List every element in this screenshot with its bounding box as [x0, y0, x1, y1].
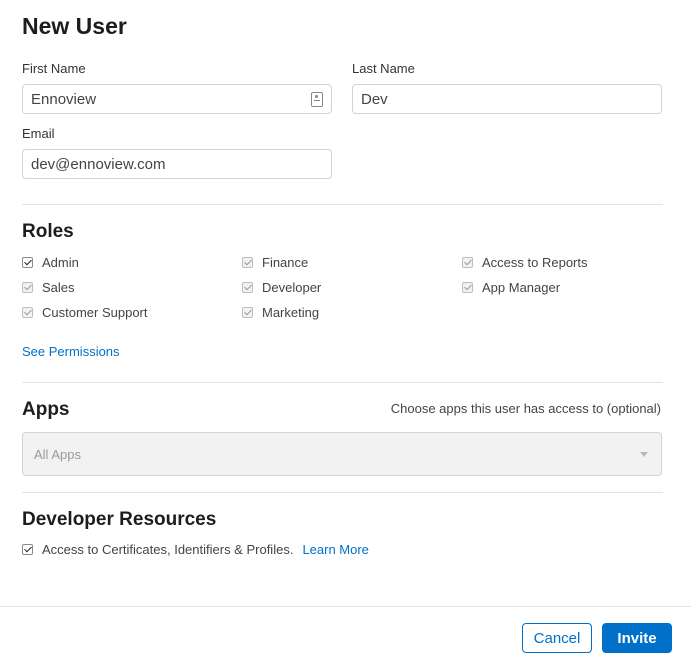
divider	[22, 204, 663, 205]
divider	[22, 382, 663, 383]
contact-card-icon[interactable]	[311, 91, 323, 107]
checkbox-checked-icon[interactable]	[22, 257, 33, 268]
divider	[22, 492, 663, 493]
checkbox-checked-icon	[22, 282, 33, 293]
role-admin[interactable]: Admin	[22, 255, 79, 270]
roles-title: Roles	[22, 221, 74, 242]
role-developer: Developer	[242, 280, 321, 295]
role-marketing: Marketing	[242, 305, 319, 320]
checkbox-checked-icon	[242, 307, 253, 318]
role-access-to-reports: Access to Reports	[462, 255, 588, 270]
role-finance: Finance	[242, 255, 308, 270]
cancel-button[interactable]: Cancel	[522, 623, 592, 653]
role-label: App Manager	[482, 280, 561, 295]
learn-more-link[interactable]: Learn More	[302, 542, 368, 557]
chevron-down-icon	[640, 451, 648, 457]
apps-select-value: All Apps	[34, 446, 81, 462]
see-permissions-link[interactable]: See Permissions	[22, 344, 120, 359]
dev-resources-checkbox[interactable]: Access to Certificates, Identifiers & Pr…	[22, 542, 369, 557]
last-name-value: Dev	[361, 90, 388, 108]
first-name-value: Ennoview	[31, 90, 97, 108]
role-label: Marketing	[262, 305, 320, 320]
apps-select[interactable]: All Apps	[22, 432, 662, 476]
invite-button[interactable]: Invite	[602, 623, 672, 653]
role-label: Sales	[42, 280, 75, 295]
email-value: dev@ennoview.com	[31, 155, 166, 173]
role-sales: Sales	[22, 280, 75, 295]
role-customer-support: Customer Support	[22, 305, 148, 320]
email-input[interactable]: dev@ennoview.com	[22, 149, 332, 179]
first-name-label: First Name	[22, 61, 86, 76]
first-name-input[interactable]: Ennoview	[22, 84, 332, 114]
checkbox-checked-icon	[462, 282, 473, 293]
checkbox-checked-icon	[242, 257, 253, 268]
role-label: Developer	[262, 280, 322, 295]
role-label: Finance	[262, 255, 309, 270]
checkbox-checked-icon	[462, 257, 473, 268]
email-label: Email	[22, 126, 55, 141]
developer-resources-title: Developer Resources	[22, 509, 217, 530]
checkbox-checked-icon	[242, 282, 253, 293]
role-app-manager: App Manager	[462, 280, 560, 295]
apps-title: Apps	[22, 399, 70, 420]
role-label: Customer Support	[42, 305, 148, 320]
role-label: Admin	[42, 255, 79, 270]
checkbox-checked-icon[interactable]	[22, 544, 33, 555]
last-name-input[interactable]: Dev	[352, 84, 662, 114]
checkbox-checked-icon	[22, 307, 33, 318]
role-label: Access to Reports	[482, 255, 588, 270]
page-title: New User	[22, 13, 127, 39]
apps-hint: Choose apps this user has access to (opt…	[390, 401, 661, 416]
footer-divider	[0, 606, 691, 607]
dev-resources-label: Access to Certificates, Identifiers & Pr…	[42, 542, 294, 557]
last-name-label: Last Name	[352, 61, 415, 76]
